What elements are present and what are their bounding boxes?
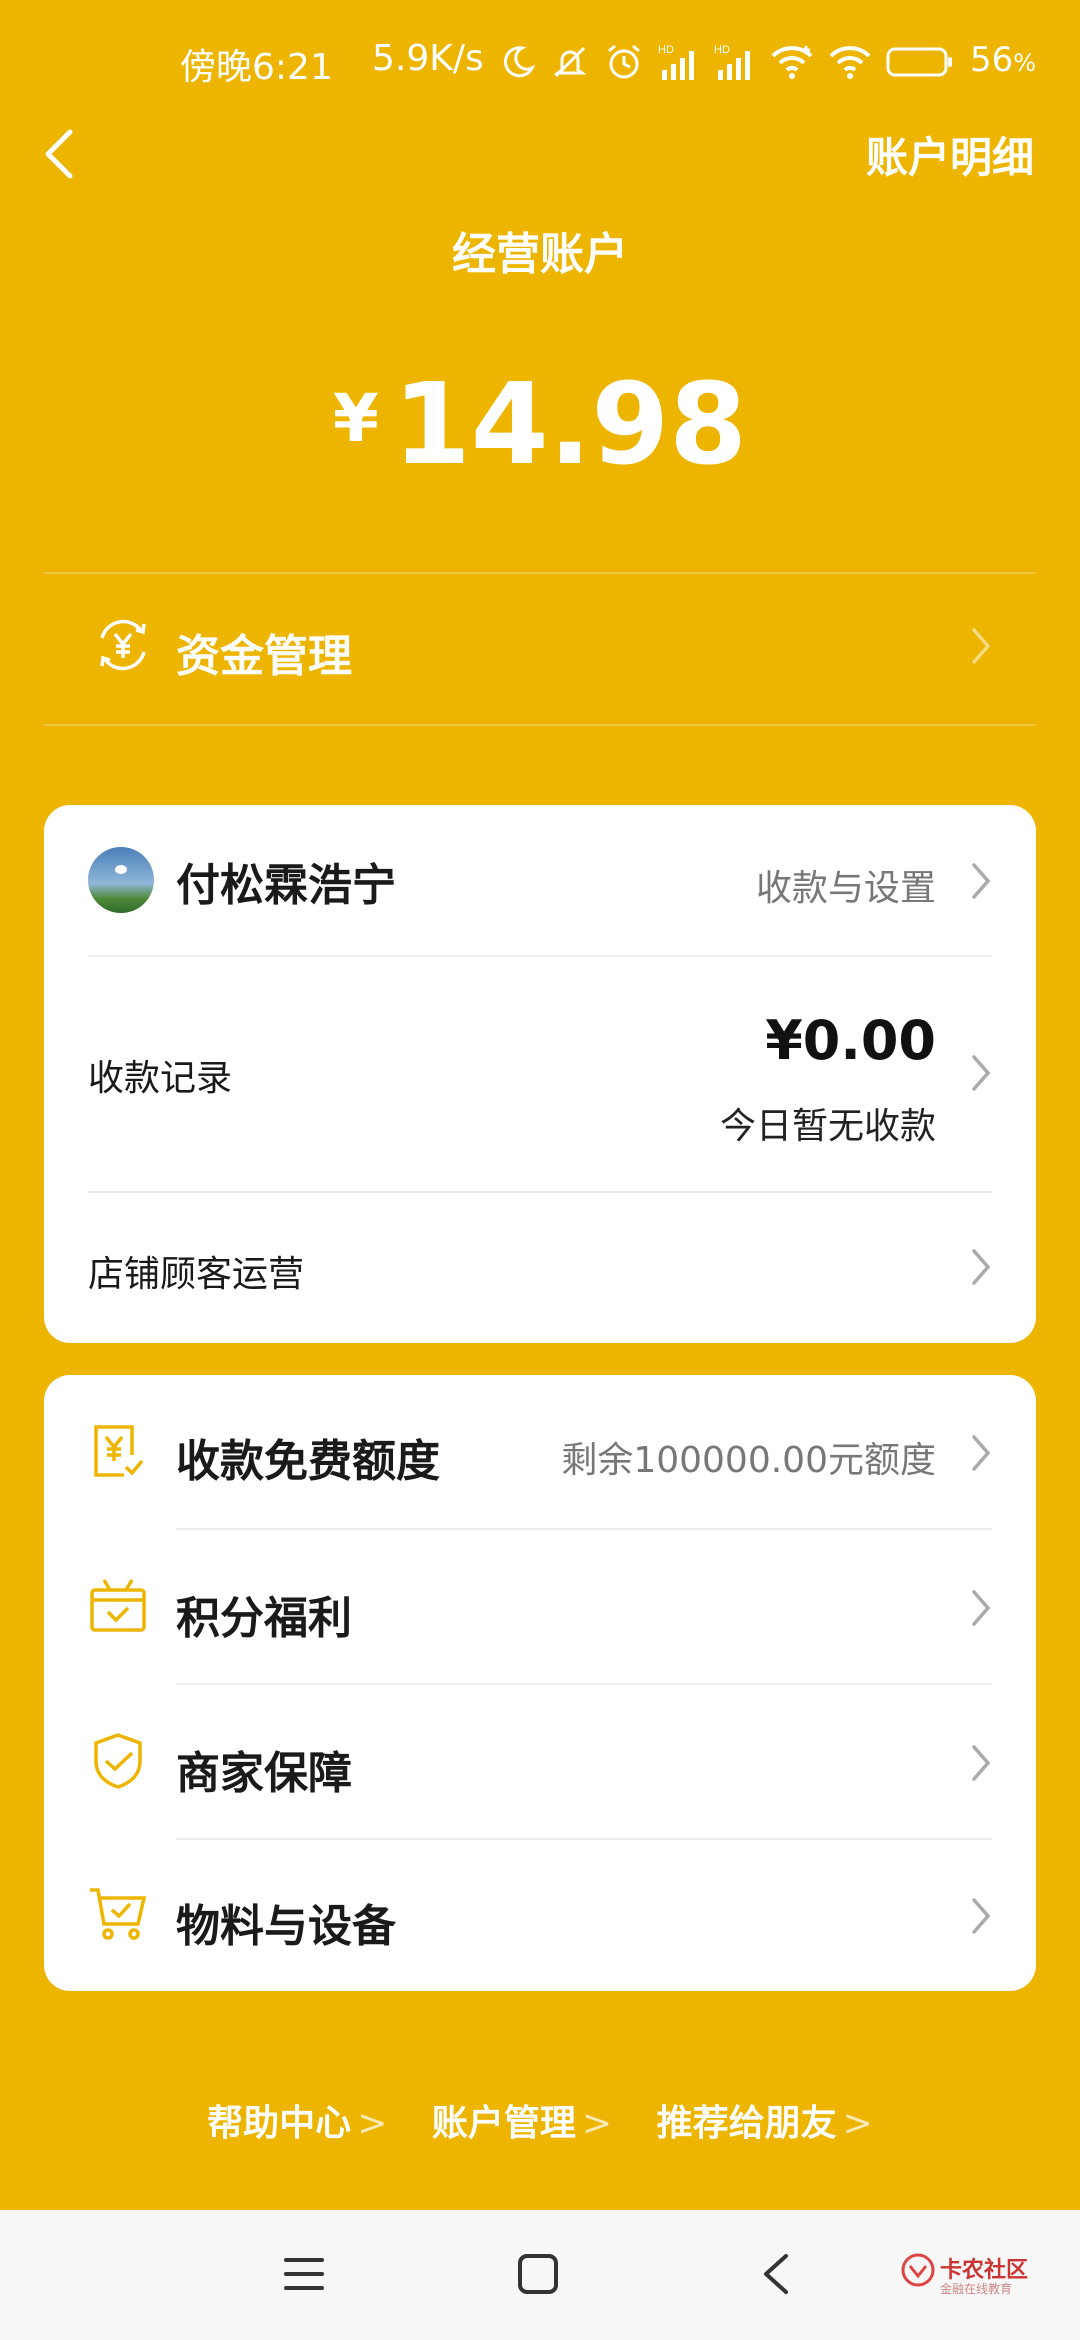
merchant-row[interactable]: 付松霖浩宁 收款与设置 <box>44 805 1036 955</box>
merchant-card: 付松霖浩宁 收款与设置 收款记录 ¥0.00 今日暂无收款 店铺顾客运营 <box>44 805 1036 1343</box>
balance-amount: 14.98 <box>392 360 748 490</box>
service-item-label: 物料与设备 <box>176 1901 396 1952</box>
cart-icon <box>90 1888 147 1940</box>
store-operations-label: 店铺顾客运营 <box>88 1254 305 1295</box>
fund-management-row[interactable]: 资金管理 <box>44 576 1036 724</box>
chevron-right-icon <box>972 1898 991 1934</box>
merchant-name: 付松霖浩宁 <box>176 860 396 911</box>
store-operations-row[interactable]: 店铺顾客运营 <box>44 1193 1036 1343</box>
status-net-speed: 5.9K/s <box>372 38 484 79</box>
balance-currency: ¥ <box>332 380 379 457</box>
signal-hd-icon: HD <box>658 44 694 80</box>
battery-icon <box>886 47 952 77</box>
recommend-to-friend-link[interactable]: 推荐给朋友 > <box>657 2094 873 2146</box>
back-triangle-icon[interactable] <box>758 2252 794 2296</box>
svg-text:HD: HD <box>714 44 730 56</box>
payment-records-label: 收款记录 <box>88 1058 233 1099</box>
account-management-link[interactable]: 账户管理 > <box>432 2094 612 2146</box>
moon-icon <box>503 46 536 78</box>
gift-icon <box>90 1579 146 1632</box>
wifi-icon <box>771 46 813 79</box>
payment-records-row[interactable]: 收款记录 <box>44 957 1036 1191</box>
mute-icon <box>553 46 587 78</box>
footer-links: 帮助中心 > 账户管理 > 推荐给朋友 > <box>0 2094 1080 2146</box>
free-quota-icon <box>94 1425 144 1477</box>
signal-hd-icon: HD <box>714 44 750 80</box>
hotspot-icon <box>829 46 871 79</box>
page-title: 经营账户 <box>452 229 628 280</box>
yuan-cycle-icon <box>100 619 146 671</box>
service-item-label: 收款免费额度 <box>176 1436 440 1487</box>
service-item-label: 积分福利 <box>176 1593 352 1644</box>
fund-management-label: 资金管理 <box>176 631 352 682</box>
watermark-logo: 卡农社区 金融在线教育 <box>900 2252 1028 2296</box>
watermark-subtitle: 金融在线教育 <box>940 2282 1013 2296</box>
chevron-right-icon <box>972 1745 991 1781</box>
help-center-link[interactable]: 帮助中心 > <box>207 2094 387 2146</box>
today-amount: ¥0.00 <box>765 1009 936 1072</box>
account-detail-link[interactable]: 账户明细 <box>866 124 1034 185</box>
balance-display: ¥14.98 <box>0 360 1080 490</box>
shield-check-icon <box>94 1733 142 1789</box>
service-item-protection[interactable]: 商家保障 <box>44 1685 1036 1838</box>
battery-percent: 56% <box>970 40 1037 80</box>
home-square-icon[interactable] <box>516 2252 560 2296</box>
chevron-right-icon <box>972 1435 991 1471</box>
menu-icon[interactable] <box>282 2252 326 2296</box>
avatar <box>88 847 154 913</box>
back-arrow-icon <box>45 129 73 179</box>
chevron-right-icon <box>972 1055 991 1091</box>
chevron-right-icon <box>972 863 991 899</box>
svg-text:HD: HD <box>658 44 674 56</box>
divider <box>44 572 1036 574</box>
alarm-icon <box>608 44 640 79</box>
remaining-quota: 剩余100000.00元额度 <box>561 1440 936 1481</box>
service-item-materials[interactable]: 物料与设备 <box>44 1840 1036 1991</box>
service-item-points[interactable]: 积分福利 <box>44 1530 1036 1683</box>
today-status: 今日暂无收款 <box>719 1106 936 1147</box>
status-time: 傍晚6:21 <box>180 47 333 88</box>
back-button[interactable] <box>40 124 90 184</box>
system-nav-bar: 卡农社区 金融在线教育 <box>0 2210 1080 2340</box>
services-card: 收款免费额度 剩余100000.00元额度 积分福利 商家保障 物料与设备 <box>44 1375 1036 1991</box>
status-icons: HD HD <box>500 40 954 84</box>
service-item-free-quota[interactable]: 收款免费额度 剩余100000.00元额度 <box>44 1375 1036 1529</box>
chevron-right-icon <box>972 1590 991 1626</box>
watermark-emblem-icon <box>901 2253 935 2287</box>
service-item-label: 商家保障 <box>176 1748 352 1799</box>
chevron-right-icon <box>972 628 991 664</box>
chevron-right-icon <box>972 1249 991 1285</box>
divider <box>44 724 1036 726</box>
settings-link: 收款与设置 <box>755 868 936 909</box>
status-bar: 傍晚6:21 5.9K/s HD HD 56% <box>0 0 1080 120</box>
